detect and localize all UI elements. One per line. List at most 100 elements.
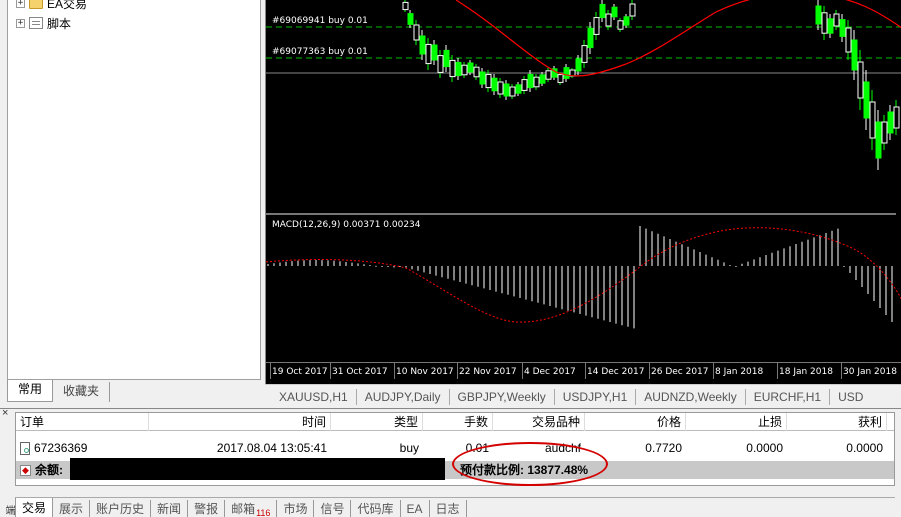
chart-tab[interactable]: XAUUSD,H1 (265, 388, 357, 405)
expand-icon[interactable]: + (16, 0, 25, 8)
x-tick: 18 Jan 2018 (777, 363, 833, 379)
order-tp: 0.0000 (846, 441, 883, 455)
candle-body (491, 77, 498, 92)
chart-tab[interactable]: EURCHF,H1 (746, 388, 831, 405)
candle-body (449, 59, 456, 78)
candle-body (599, 3, 606, 19)
col-lots[interactable]: 手数 (423, 413, 493, 431)
tab-favorites[interactable]: 收藏夹 (53, 382, 111, 402)
candle-body (869, 101, 876, 139)
candle-body (605, 13, 612, 27)
candle-body (515, 84, 522, 94)
price-chart[interactable]: #69069941 buy 0.01 #69077363 buy 0.01 MA… (265, 0, 901, 384)
candle-body (593, 17, 600, 35)
x-tick: 10 Nov 2017 (394, 363, 454, 379)
redaction-box (70, 458, 445, 480)
tab-alerts[interactable]: 警报 (188, 500, 226, 517)
order-label-1: #69069941 buy 0.01 (272, 16, 368, 26)
candle-body (875, 121, 882, 159)
tree-item-ea[interactable]: + EA交易 (16, 0, 87, 11)
tab-common[interactable]: 常用 (7, 380, 54, 402)
tab-mailbox[interactable]: 邮箱116 (225, 500, 278, 517)
col-sl[interactable]: 止损 (686, 413, 787, 431)
order-time: 2017.08.04 13:05:41 (216, 441, 327, 455)
mailbox-badge: 116 (256, 508, 271, 517)
grid-header: 订单 时间 类型 手数 交易品种 价格 止损 获利 (16, 413, 894, 431)
col-time[interactable]: 时间 (149, 413, 331, 431)
time-axis: 19 Oct 2017 31 Oct 2017 10 Nov 2017 22 N… (266, 362, 901, 384)
order-type: buy (399, 441, 419, 455)
candle-body (851, 39, 858, 71)
candle-body (863, 81, 870, 119)
candle-body (821, 12, 828, 34)
order-sl: 0.0000 (746, 441, 783, 455)
candle-body (539, 74, 546, 84)
candle-body (611, 6, 618, 18)
candle-body (629, 3, 636, 17)
tab-exposure[interactable]: 展示 (53, 500, 91, 517)
highlight-ellipse (452, 442, 608, 486)
order-doc-icon (20, 441, 30, 455)
candle-body (881, 121, 888, 144)
candle-body (419, 35, 426, 55)
candle-body (527, 73, 534, 89)
x-tick: 26 Dec 2017 (649, 363, 709, 379)
candle-body (623, 16, 630, 26)
tab-account-history[interactable]: 账户历史 (90, 500, 152, 517)
pane-separator[interactable] (266, 213, 896, 215)
tab-ea[interactable]: EA (401, 500, 430, 517)
candle-body (575, 58, 582, 72)
x-tick: 19 Oct 2017 (270, 363, 328, 379)
moving-average-line (455, 0, 901, 77)
candle-body (887, 111, 894, 134)
candle-body (557, 74, 564, 83)
chart-tab[interactable]: AUDJPY,Daily (357, 388, 450, 405)
candle-body (461, 64, 468, 76)
candle-body (407, 13, 414, 25)
col-type[interactable]: 类型 (331, 413, 423, 431)
tab-market[interactable]: 市场 (277, 500, 315, 517)
macd-signal-line (266, 227, 901, 323)
candle-body (413, 24, 420, 41)
candle-body (467, 62, 474, 73)
candle-body (497, 81, 504, 95)
col-order[interactable]: 订单 (16, 413, 149, 431)
x-tick: 22 Nov 2017 (457, 363, 517, 379)
candle-body (509, 86, 516, 97)
order-id: 67236369 (34, 441, 88, 455)
candle-body (833, 13, 840, 27)
terminal-panel: × 终端 订单 时间 类型 手数 交易品种 价格 止损 获利 67236369 … (0, 407, 901, 517)
col-symbol[interactable]: 交易品种 (493, 413, 585, 431)
tab-news[interactable]: 新闻 (151, 500, 189, 517)
table-row[interactable]: 67236369 2017.08.04 13:05:41 buy 0.01 au… (16, 439, 894, 457)
chart-tab[interactable]: USDJPY,H1 (555, 388, 637, 405)
x-tick: 31 Oct 2017 (330, 363, 388, 379)
chart-tab[interactable]: GBPJPY,Weekly (450, 388, 555, 405)
candle-body (521, 79, 528, 91)
expand-icon[interactable]: + (16, 18, 25, 28)
close-icon[interactable]: × (2, 407, 8, 419)
chart-tabs: XAUUSD,H1 AUDJPY,Daily GBPJPY,Weekly USD… (265, 384, 901, 408)
tab-code-base[interactable]: 代码库 (351, 500, 401, 517)
candle-body (563, 67, 570, 79)
navigator-tree: + EA交易 + 脚本 (7, 0, 261, 380)
tab-journal[interactable]: 日志 (430, 500, 467, 517)
chart-tab[interactable]: AUDNZD,Weekly (636, 388, 746, 405)
order-label-2: #69077363 buy 0.01 (272, 47, 368, 57)
x-tick: 14 Dec 2017 (585, 363, 645, 379)
script-icon (29, 17, 43, 29)
candle-body (443, 49, 450, 68)
candle-body (485, 73, 492, 89)
tab-trade[interactable]: 交易 (15, 498, 54, 517)
x-tick: 4 Dec 2017 (522, 363, 576, 379)
col-tp[interactable]: 获利 (787, 413, 887, 431)
tab-signals[interactable]: 信号 (314, 500, 352, 517)
x-tick: 8 Jan 2018 (712, 363, 764, 379)
candle-body (617, 20, 624, 30)
chart-tab[interactable]: USD (830, 389, 871, 405)
col-price[interactable]: 价格 (585, 413, 686, 431)
tree-item-scripts[interactable]: + 脚本 (16, 15, 71, 31)
macd-label: MACD(12,26,9) 0.00371 0.00234 (272, 220, 421, 230)
candle-body (545, 70, 552, 80)
candle-body (425, 43, 432, 65)
